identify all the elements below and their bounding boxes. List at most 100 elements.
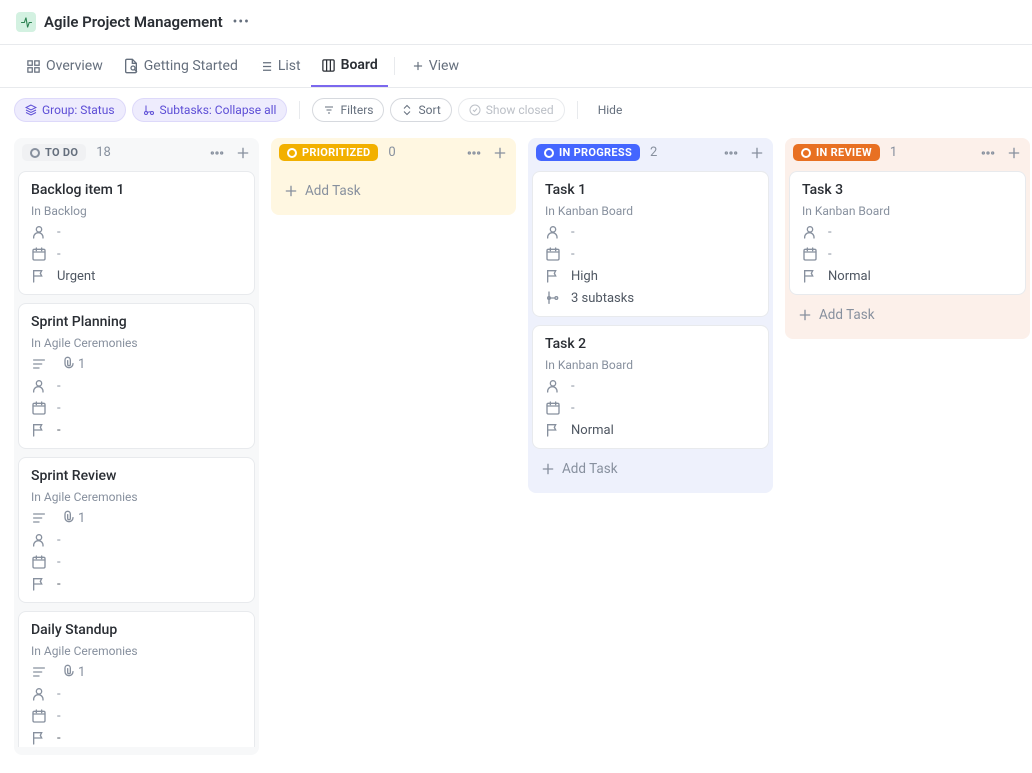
priority-row: -: [31, 422, 242, 438]
task-card[interactable]: Daily Standup In Agile Ceremonies1 - - -: [18, 611, 255, 747]
layers-icon: [25, 104, 37, 116]
assignee-row: -: [31, 378, 242, 394]
date-value: -: [57, 555, 61, 570]
attachments: 1: [59, 510, 85, 526]
column-add-icon[interactable]: [235, 145, 251, 161]
attachments: 1: [59, 356, 85, 372]
priority-row: Normal: [802, 268, 1013, 284]
add-task-button[interactable]: Add Task: [528, 453, 773, 485]
add-view-button[interactable]: View: [401, 48, 469, 84]
date-value: -: [571, 247, 575, 262]
column-header: TO DO 18: [14, 138, 259, 167]
column-more-icon[interactable]: [723, 145, 739, 161]
column-more-icon[interactable]: [980, 145, 996, 161]
sort-chip[interactable]: Sort: [390, 98, 451, 122]
person-icon: [545, 378, 561, 394]
task-card[interactable]: Sprint Planning In Agile Ceremonies1 - -…: [18, 303, 255, 449]
column-more-icon[interactable]: [209, 145, 225, 161]
sort-icon: [401, 104, 413, 116]
status-name: PRIORITIZED: [302, 146, 370, 159]
tab-label: Overview: [46, 58, 103, 74]
column-more-icon[interactable]: [466, 145, 482, 161]
card-title: Task 1: [545, 182, 756, 198]
assignee-value: -: [571, 225, 575, 240]
add-view-label: View: [429, 58, 459, 74]
person-icon: [31, 532, 47, 548]
date-row: -: [31, 554, 242, 570]
column-add-icon[interactable]: [1006, 145, 1022, 161]
assignee-row: -: [802, 224, 1013, 240]
tab-getting-started[interactable]: Getting Started: [113, 46, 248, 86]
assignee-row: -: [545, 378, 756, 394]
show-closed-chip[interactable]: Show closed: [458, 98, 565, 122]
calendar-icon: [31, 554, 47, 570]
column-todo: TO DO 18 Backlog item 1 In Backlog - - U…: [14, 138, 259, 755]
card-title: Task 2: [545, 336, 756, 352]
more-icon[interactable]: •••: [233, 14, 250, 30]
add-task-button[interactable]: Add Task: [271, 175, 516, 207]
card-meta-row: 1: [31, 356, 242, 372]
card-location: In Agile Ceremonies: [31, 490, 242, 504]
status-circle-icon: [801, 148, 811, 158]
column-prioritized: PRIORITIZED 0 Add Task: [271, 138, 516, 215]
status-name: IN REVIEW: [816, 146, 872, 159]
column-cards: Task 3 In Kanban Board - - Normal: [785, 167, 1030, 299]
column-count: 0: [388, 145, 395, 160]
status-circle-icon: [544, 148, 554, 158]
assignee-value: -: [57, 687, 61, 702]
hide-button[interactable]: Hide: [590, 99, 631, 121]
doc-icon: [123, 58, 139, 74]
card-title: Sprint Planning: [31, 314, 242, 330]
task-card[interactable]: Sprint Review In Agile Ceremonies1 - - -: [18, 457, 255, 603]
toolbar: Group: Status Subtasks: Collapse all Fil…: [0, 88, 1032, 132]
view-tabs: Overview Getting Started List Board View: [0, 45, 1032, 88]
status-pill[interactable]: PRIORITIZED: [279, 144, 378, 161]
date-row: -: [545, 246, 756, 262]
column-count: 1: [890, 145, 897, 160]
column-add-icon[interactable]: [492, 145, 508, 161]
column-cards: Backlog item 1 In Backlog - - Urgent Spr…: [14, 167, 259, 747]
task-card[interactable]: Task 3 In Kanban Board - - Normal: [789, 171, 1026, 295]
status-pill[interactable]: TO DO: [22, 144, 86, 161]
tab-list[interactable]: List: [248, 46, 311, 86]
column-add-icon[interactable]: [749, 145, 765, 161]
card-title: Task 3: [802, 182, 1013, 198]
column-header: IN PROGRESS 2: [528, 138, 773, 167]
filters-label: Filters: [340, 103, 373, 117]
subtasks-label: Subtasks: Collapse all: [160, 103, 277, 117]
tab-label: Getting Started: [144, 58, 238, 74]
tab-board[interactable]: Board: [311, 45, 388, 87]
card-location: In Agile Ceremonies: [31, 644, 242, 658]
assignee-row: -: [31, 532, 242, 548]
group-chip[interactable]: Group: Status: [14, 98, 126, 122]
filters-chip[interactable]: Filters: [312, 98, 384, 122]
task-card[interactable]: Task 1 In Kanban Board - - High 3 subtas…: [532, 171, 769, 317]
add-task-button[interactable]: Add Task: [785, 299, 1030, 331]
calendar-icon: [31, 400, 47, 416]
task-card[interactable]: Task 2 In Kanban Board - - Normal: [532, 325, 769, 449]
tab-overview[interactable]: Overview: [16, 46, 113, 86]
date-value: -: [571, 401, 575, 416]
status-pill[interactable]: IN PROGRESS: [536, 144, 640, 161]
assignee-value: -: [571, 379, 575, 394]
calendar-icon: [802, 246, 818, 262]
calendar-icon: [31, 246, 47, 262]
card-location: In Kanban Board: [802, 204, 1013, 218]
assignee-value: -: [828, 225, 832, 240]
page-title: Agile Project Management: [44, 13, 223, 31]
status-pill[interactable]: IN REVIEW: [793, 144, 880, 161]
card-title: Sprint Review: [31, 468, 242, 484]
date-value: -: [57, 401, 61, 416]
priority-row: -: [31, 730, 242, 746]
card-location: In Backlog: [31, 204, 242, 218]
subtask-icon: [545, 290, 561, 306]
task-card[interactable]: Backlog item 1 In Backlog - - Urgent: [18, 171, 255, 295]
group-label: Group: Status: [42, 103, 115, 117]
column-inprogress: IN PROGRESS 2 Task 1 In Kanban Board - -…: [528, 138, 773, 493]
separator: [299, 101, 300, 119]
grid-icon: [26, 59, 41, 74]
assignee-value: -: [57, 379, 61, 394]
column-header: PRIORITIZED 0: [271, 138, 516, 167]
column-cards: Task 1 In Kanban Board - - High 3 subtas…: [528, 167, 773, 453]
subtasks-chip[interactable]: Subtasks: Collapse all: [132, 98, 288, 122]
